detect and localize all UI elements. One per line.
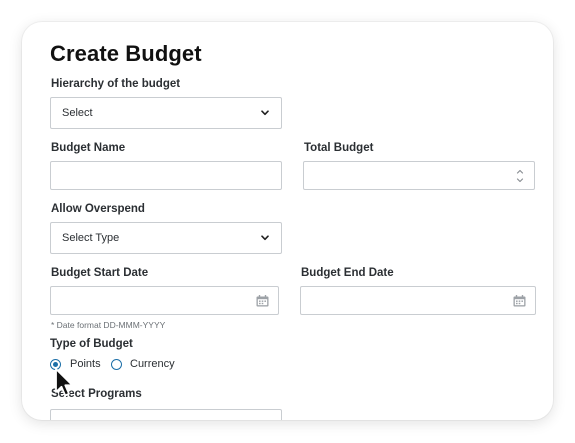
end-date-input[interactable]	[300, 286, 536, 315]
budget-type-label: Type of Budget	[50, 338, 133, 350]
create-budget-card: Create Budget Hierarchy of the budget Se…	[22, 22, 553, 420]
end-date-label: Budget End Date	[301, 267, 394, 279]
calendar-icon[interactable]	[512, 294, 526, 308]
total-budget-input[interactable]	[303, 161, 535, 190]
allow-overspend-select[interactable]: Select Type	[50, 222, 282, 254]
radio-option-currency[interactable]: Currency	[111, 358, 175, 370]
radio-currency-label: Currency	[130, 358, 175, 370]
radio-currency[interactable]	[111, 358, 122, 370]
allow-overspend-label: Allow Overspend	[51, 203, 145, 215]
budget-name-label: Budget Name	[51, 142, 126, 154]
calendar-icon[interactable]	[255, 294, 269, 308]
allow-overspend-value: Select Type	[62, 232, 120, 244]
chevron-down-icon	[257, 230, 273, 246]
hierarchy-select-value: Select	[62, 107, 93, 119]
chevron-down-icon	[257, 105, 273, 121]
total-budget-label: Total Budget	[304, 142, 374, 154]
date-format-hint: * Date format DD-MMM-YYYY	[51, 320, 166, 330]
hierarchy-label: Hierarchy of the budget	[51, 78, 181, 90]
spinner-arrows-icon[interactable]	[515, 166, 525, 186]
mouse-cursor-icon	[55, 368, 74, 397]
page-title: Create Budget	[50, 41, 202, 66]
start-date-label: Budget Start Date	[51, 267, 149, 279]
start-date-input[interactable]	[50, 286, 279, 315]
radio-selected-dot	[53, 361, 58, 367]
programs-select[interactable]	[50, 409, 282, 420]
budget-name-input[interactable]	[50, 161, 282, 190]
hierarchy-select[interactable]: Select	[50, 97, 282, 129]
